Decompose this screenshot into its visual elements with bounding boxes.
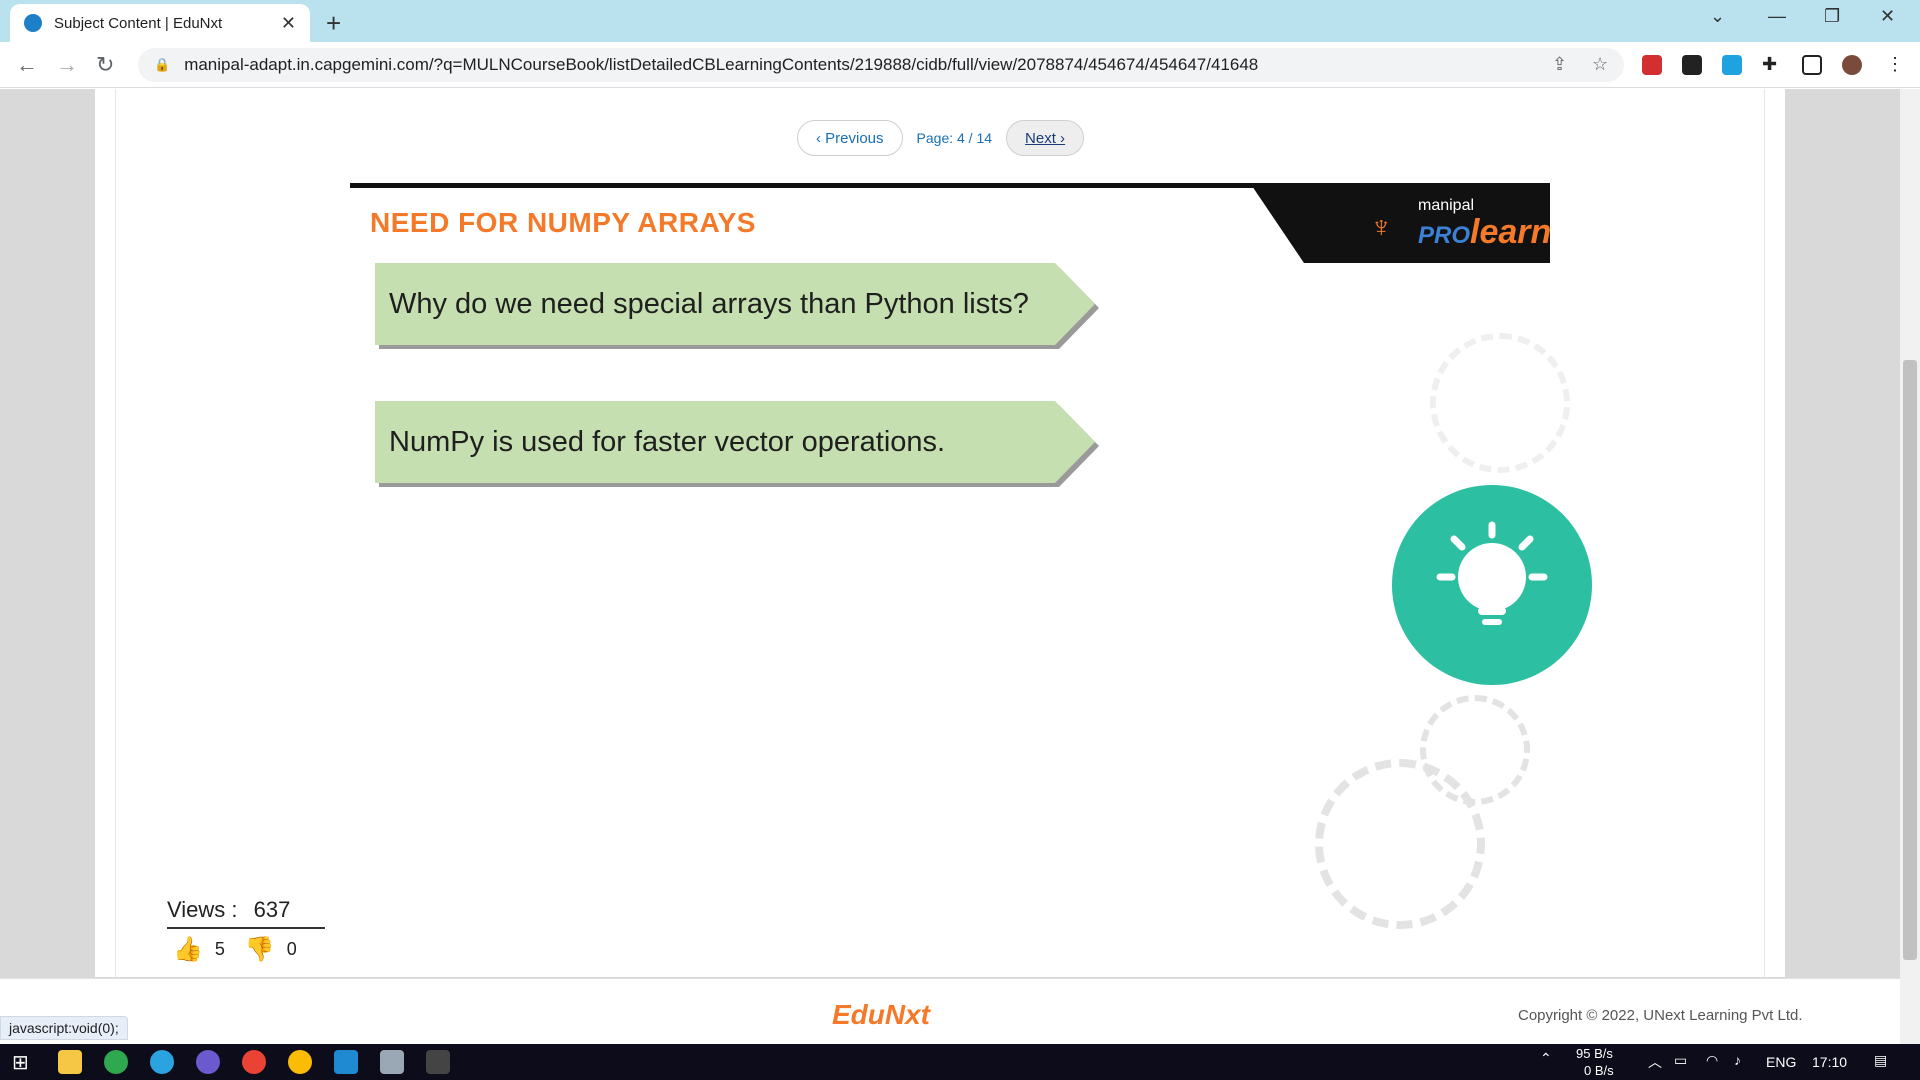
restore-icon[interactable]: ❐ (1824, 6, 1840, 27)
terminal-icon[interactable] (426, 1050, 450, 1074)
new-tab-icon[interactable]: + (326, 8, 341, 39)
slide: ♆ manipal PROlearn NEED FOR NUMPY ARRAYS… (350, 183, 1592, 929)
tab-bar: Subject Content | EduNxt ✕ + ⌄ — ❐ ✕ (0, 0, 1920, 42)
windows-start-icon[interactable]: ⊞ (12, 1050, 29, 1075)
vscode-icon[interactable] (334, 1050, 358, 1074)
volume-icon[interactable]: ♪ (1734, 1052, 1741, 1068)
extension-cat-icon[interactable] (1682, 55, 1702, 75)
close-window-icon[interactable]: ✕ (1880, 6, 1895, 27)
share-icon[interactable]: ⇪ (1552, 54, 1567, 75)
close-tab-icon[interactable]: ✕ (281, 13, 296, 34)
net-up-speed: 95 B/s (1576, 1046, 1613, 1061)
question-arrow-box: Why do we need special arrays than Pytho… (375, 263, 1095, 345)
app-purple-icon[interactable] (196, 1050, 220, 1074)
extensions-puzzle-icon[interactable]: ✚ (1762, 54, 1777, 75)
chrome-active-icon[interactable] (288, 1050, 312, 1074)
bookmark-star-icon[interactable]: ☆ (1592, 54, 1608, 75)
back-icon[interactable]: ← (16, 52, 38, 78)
lock-icon[interactable]: 🔒 (154, 57, 170, 73)
zoom-control[interactable] (875, 83, 1025, 95)
battery-icon[interactable]: ▭ (1674, 1052, 1687, 1069)
reload-icon[interactable]: ↻ (96, 52, 114, 78)
views-panel: Views : 637 👍 5 👎 0 (167, 897, 325, 964)
content-panel: ‹ Previous Page: 4 / 14 Next › ♆ manipal… (95, 89, 1785, 977)
decorative-dial-icon (1315, 759, 1485, 929)
slide-title: NEED FOR NUMPY ARRAYS (370, 207, 756, 238)
show-hidden-icons[interactable]: ︿ (1648, 1052, 1662, 1072)
dislike-count: 0 (286, 939, 297, 959)
net-down-speed: 0 B/s (1584, 1063, 1614, 1078)
language-indicator[interactable]: ENG (1766, 1054, 1796, 1070)
url-text: manipal-adapt.in.capgemini.com/?q=MULNCo… (184, 55, 1259, 74)
tab-title: Subject Content | EduNxt (54, 14, 223, 32)
page-footer: EduNxt Copyright © 2022, UNext Learning … (0, 978, 1920, 1044)
edunxt-logo: EduNxt (832, 999, 930, 1030)
status-bar: javascript:void(0); (0, 1016, 128, 1040)
logo-figure-icon: ♆ (1370, 211, 1393, 244)
edunxt-favicon-icon (24, 14, 42, 32)
tab-search-icon[interactable]: ⌄ (1710, 6, 1725, 27)
votes-row: 👍 5 👎 0 (167, 935, 325, 964)
views-count: 637 (253, 897, 291, 922)
next-button[interactable]: Next › (1006, 120, 1085, 156)
profile-avatar[interactable] (1842, 55, 1862, 75)
thumbs-down-icon[interactable]: 👎 (245, 935, 275, 964)
address-bar[interactable]: 🔒 manipal-adapt.in.capgemini.com/?q=MULN… (138, 48, 1624, 82)
views-label: Views : (167, 897, 238, 922)
side-panel-icon[interactable] (1802, 55, 1822, 75)
lightbulb-badge (1392, 485, 1592, 685)
logo-learn-text: learn (1470, 213, 1552, 251)
scrollbar-thumb[interactable] (1903, 360, 1917, 960)
telegram-icon[interactable] (150, 1050, 174, 1074)
lightbulb-icon (1436, 521, 1548, 625)
chrome-icon[interactable] (242, 1050, 266, 1074)
notifications-icon[interactable]: ▤ (1874, 1052, 1887, 1069)
forward-icon[interactable]: → (56, 52, 78, 78)
browser-toolbar: ← → ↻ 🔒 manipal-adapt.in.capgemini.com/?… (0, 42, 1920, 88)
decorative-gear-icon (1430, 333, 1570, 473)
clock[interactable]: 17:10 (1812, 1054, 1847, 1070)
views-row: Views : 637 (167, 897, 325, 929)
minimize-icon[interactable]: — (1768, 6, 1786, 27)
tray-chevron-icon[interactable]: ⌃ (1540, 1050, 1552, 1067)
extension-pocket-icon[interactable] (1642, 55, 1662, 75)
pagination: ‹ Previous Page: 4 / 14 Next › (797, 120, 1085, 156)
page-viewport: ‹ Previous Page: 4 / 14 Next › ♆ manipal… (0, 89, 1920, 1044)
logo-wordmark: ♆ manipal PROlearn (1370, 197, 1552, 252)
page-indicator: Page: 4 / 14 (916, 130, 993, 146)
extension-s-icon[interactable] (1722, 55, 1742, 75)
windows-taskbar: ⊞ ⌃ 95 B/s 0 B/s ︿ ▭ ◠ ♪ ENG 17:10 ▤ (0, 1044, 1920, 1080)
app-green-icon[interactable] (104, 1050, 128, 1074)
copyright-text: Copyright © 2022, UNext Learning Pvt Ltd… (1518, 1007, 1803, 1024)
wifi-icon[interactable]: ◠ (1706, 1052, 1718, 1069)
logo-pro-text: PRO (1418, 222, 1471, 249)
file-explorer-icon[interactable] (58, 1050, 82, 1074)
menu-kebab-icon[interactable]: ⋮ (1886, 54, 1904, 75)
like-count: 5 (214, 939, 225, 959)
answer-arrow-box: NumPy is used for faster vector operatio… (375, 401, 1095, 483)
previous-button[interactable]: ‹ Previous (797, 120, 903, 156)
thumbs-up-icon[interactable]: 👍 (173, 935, 203, 964)
photos-icon[interactable] (380, 1050, 404, 1074)
browser-tab[interactable]: Subject Content | EduNxt ✕ (10, 4, 310, 42)
